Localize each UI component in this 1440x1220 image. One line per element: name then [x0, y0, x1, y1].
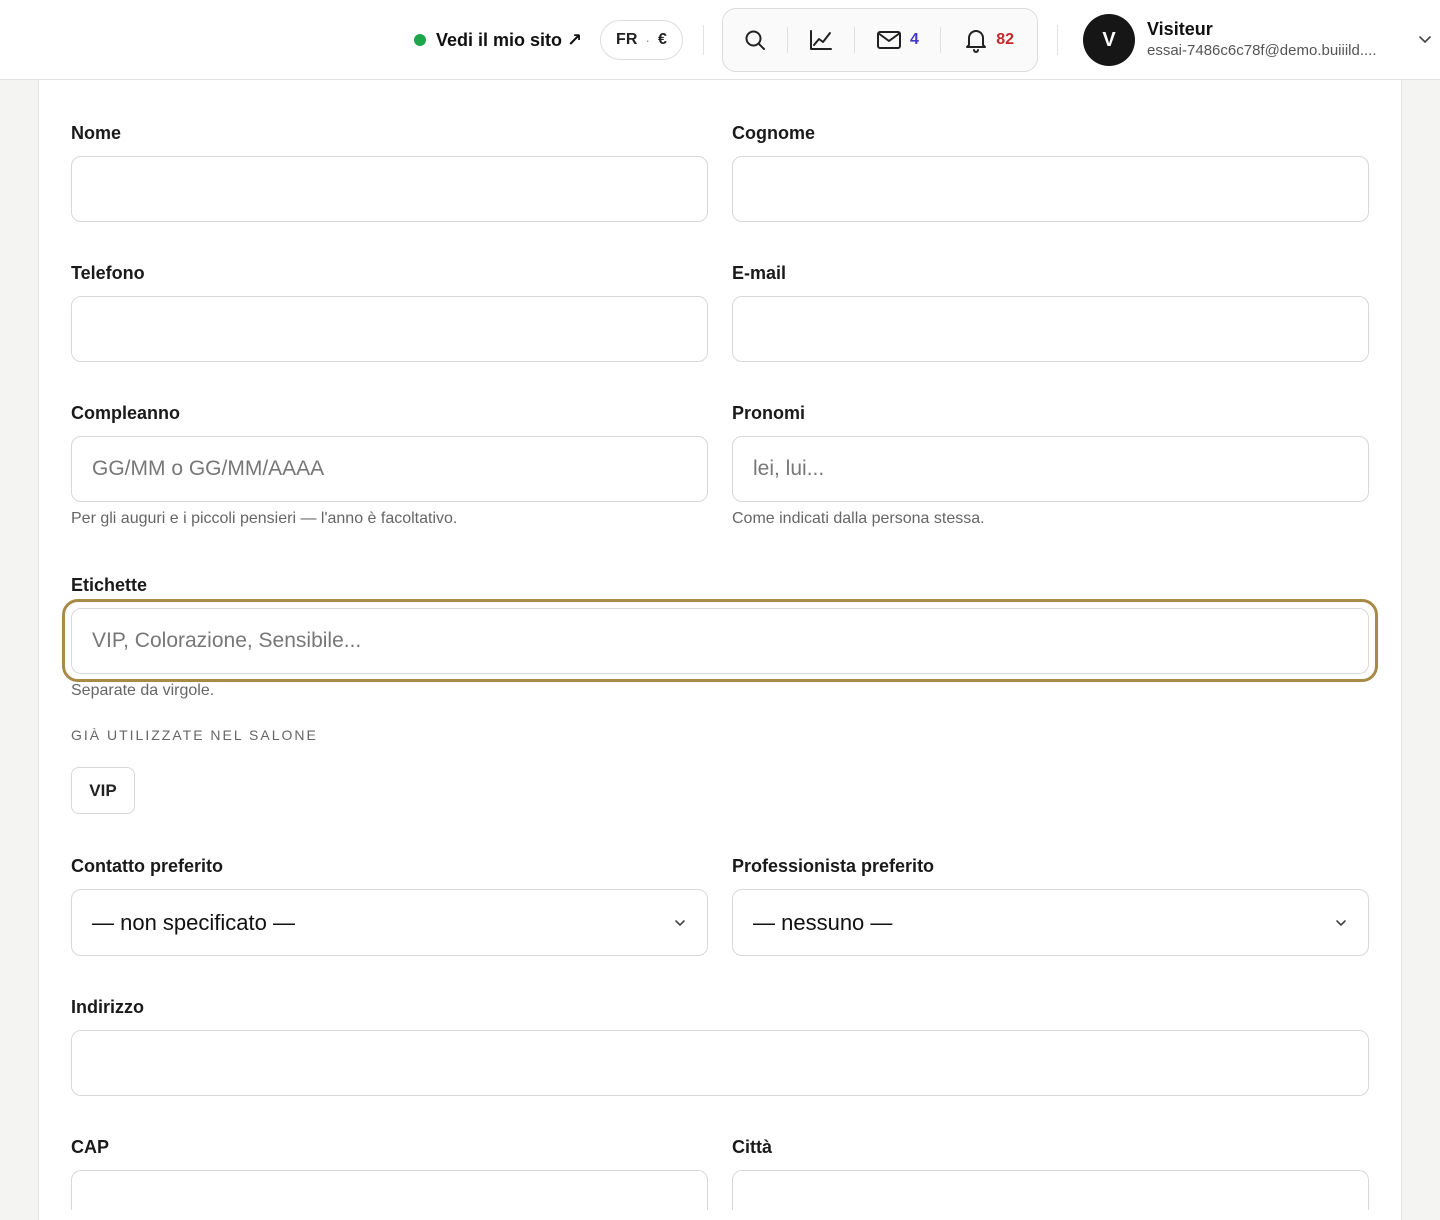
user-email: essai-7486c6c78f@demo.buiiild.... — [1147, 42, 1377, 59]
stats-button[interactable] — [788, 8, 854, 72]
compleanno-help-text: Per gli auguri e i piccoli pensieri — l'… — [71, 510, 458, 527]
bell-icon — [966, 30, 987, 53]
locale-currency-switcher[interactable]: FR · € — [600, 20, 683, 60]
currency-symbol: € — [658, 31, 667, 48]
email-input[interactable] — [732, 296, 1369, 362]
search-icon — [745, 30, 765, 50]
divider — [1057, 25, 1058, 55]
chevron-down-icon[interactable] — [1418, 32, 1432, 46]
etichette-help-text: Separate da virgole. — [71, 682, 215, 699]
telefono-input[interactable] — [71, 296, 708, 362]
messages-button[interactable]: 4 — [855, 8, 941, 72]
label-cognome: Cognome — [732, 123, 815, 143]
avatar[interactable]: V — [1083, 14, 1135, 66]
divider — [703, 25, 704, 55]
label-professionista-preferito: Professionista preferito — [732, 856, 935, 876]
mail-icon — [877, 31, 901, 49]
label-cap: CAP — [71, 1137, 110, 1157]
pronomi-input[interactable] — [732, 436, 1369, 502]
chevron-down-icon — [675, 919, 685, 926]
user-name: Visiteur — [1147, 19, 1213, 39]
chevron-down-icon — [1336, 919, 1346, 926]
professionista-preferito-value: — nessuno — — [753, 909, 893, 935]
label-email: E-mail — [732, 263, 787, 283]
contatto-preferito-value: — non specificato — — [92, 909, 295, 935]
professionista-preferito-select[interactable]: — nessuno — — [732, 889, 1369, 956]
nome-input[interactable] — [71, 156, 708, 222]
view-site-link[interactable]: Vedi il mio sito ↗ — [414, 27, 582, 53]
label-contatto-preferito: Contatto preferito — [71, 856, 223, 876]
cap-input[interactable] — [71, 1170, 708, 1210]
chart-icon — [809, 30, 832, 50]
locale-code: FR — [616, 31, 638, 48]
label-citta: Città — [732, 1137, 772, 1157]
label-etichette: Etichette — [71, 575, 148, 595]
indirizzo-input[interactable] — [71, 1030, 1369, 1096]
view-site-label: Vedi il mio sito ↗ — [436, 29, 583, 50]
label-pronomi: Pronomi — [732, 403, 806, 423]
notifications-button[interactable]: 82 — [941, 8, 1037, 72]
contatto-preferito-select[interactable]: — non specificato — — [71, 889, 708, 956]
quick-actions-bar: 4 82 — [722, 8, 1038, 72]
online-status-dot — [414, 34, 426, 46]
cognome-input[interactable] — [732, 156, 1369, 222]
tag-chip-vip[interactable]: VIP — [71, 767, 135, 814]
label-compleanno: Compleanno — [71, 403, 181, 423]
citta-input[interactable] — [732, 1170, 1369, 1210]
search-button[interactable] — [723, 8, 787, 72]
label-indirizzo: Indirizzo — [71, 997, 144, 1017]
top-bar: Vedi il mio sito ↗ FR · € 4 82 V Visiteu… — [0, 0, 1440, 80]
messages-count-badge: 4 — [910, 31, 919, 48]
notifications-count-badge: 82 — [996, 31, 1015, 48]
used-tags-heading: GIÀ UTILIZZATE NEL SALONE — [71, 727, 318, 743]
etichette-input[interactable] — [71, 608, 1369, 674]
label-nome: Nome — [71, 123, 122, 143]
locale-separator: · — [645, 32, 651, 48]
compleanno-input[interactable] — [71, 436, 708, 502]
pronomi-help-text: Come indicati dalla persona stessa. — [732, 510, 985, 527]
label-telefono: Telefono — [71, 263, 145, 283]
